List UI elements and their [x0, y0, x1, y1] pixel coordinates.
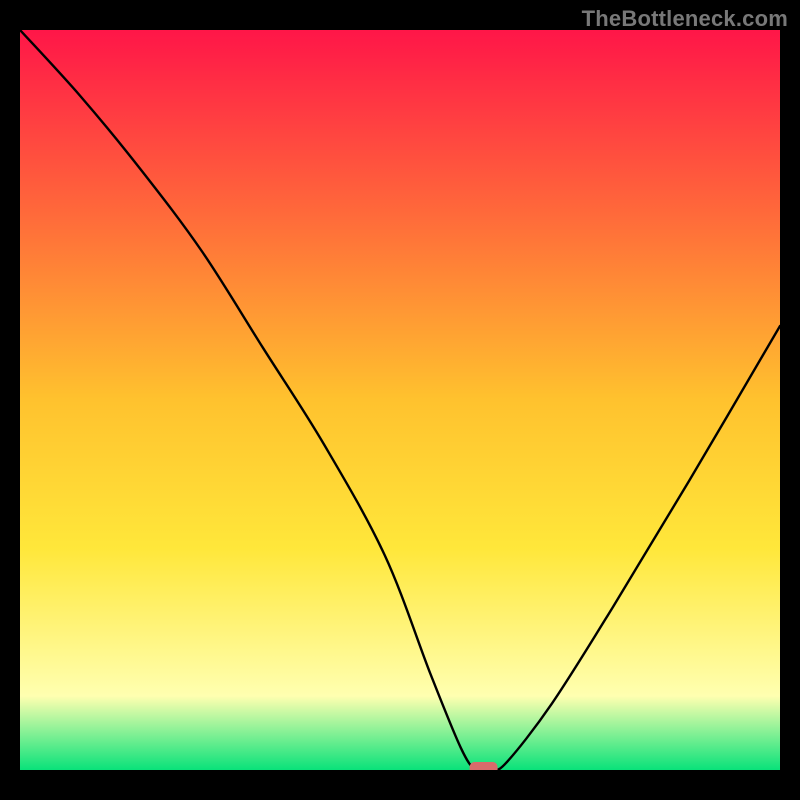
optimal-point-marker — [470, 762, 498, 770]
gradient-background — [20, 30, 780, 770]
chart-frame: TheBottleneck.com — [0, 0, 800, 800]
watermark-text: TheBottleneck.com — [582, 6, 788, 32]
bottleneck-plot — [20, 30, 780, 770]
